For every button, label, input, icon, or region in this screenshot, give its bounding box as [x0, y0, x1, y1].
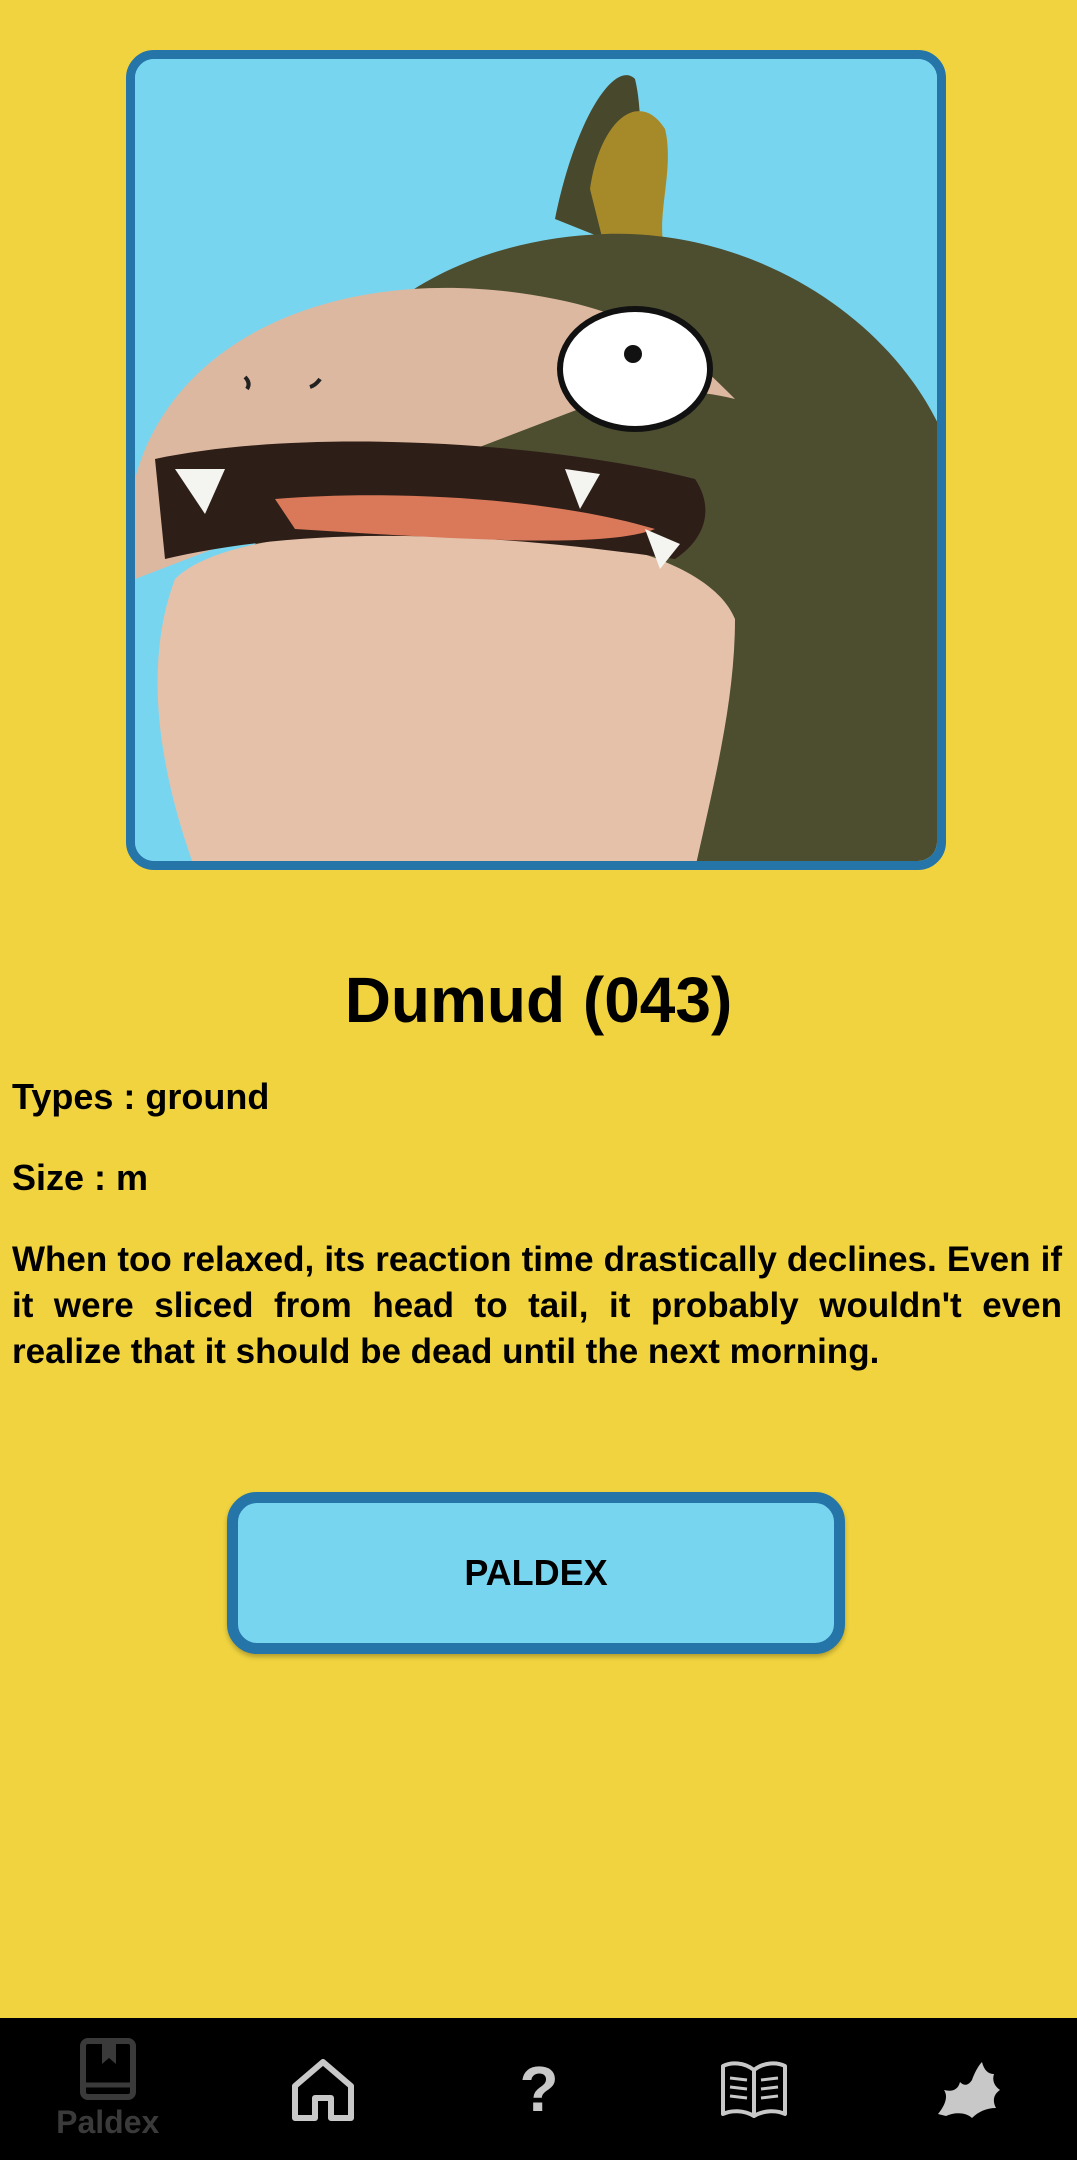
pokemon-size: Size : m: [12, 1157, 149, 1198]
nav-item-leaf[interactable]: [862, 2018, 1077, 2160]
pokemon-description: When too relaxed, its reaction time dras…: [12, 1240, 1062, 1371]
nav-item-guide[interactable]: [646, 2018, 861, 2160]
open-book-icon: [719, 2058, 789, 2120]
nav-item-help[interactable]: ?: [431, 2018, 646, 2160]
home-icon: [287, 2054, 359, 2124]
nav-item-home[interactable]: [215, 2018, 430, 2160]
bottom-nav: Paldex ?: [0, 2018, 1077, 2160]
paldex-button[interactable]: PALDEX: [227, 1492, 845, 1654]
pokemon-image-frame: [126, 50, 946, 870]
pokemon-title: Dumud (043): [344, 964, 733, 1036]
leaf-icon: [932, 2056, 1006, 2122]
svg-text:?: ?: [519, 2059, 558, 2119]
paldex-button-label: PALDEX: [464, 1552, 608, 1593]
pokemon-image: [135, 59, 937, 861]
book-bookmark-icon: [78, 2038, 138, 2102]
question-icon: ?: [519, 2059, 559, 2119]
nav-item-paldex[interactable]: Paldex: [0, 2018, 215, 2160]
pokemon-types: Types : ground: [12, 1076, 270, 1117]
nav-label-paldex: Paldex: [56, 2104, 160, 2140]
